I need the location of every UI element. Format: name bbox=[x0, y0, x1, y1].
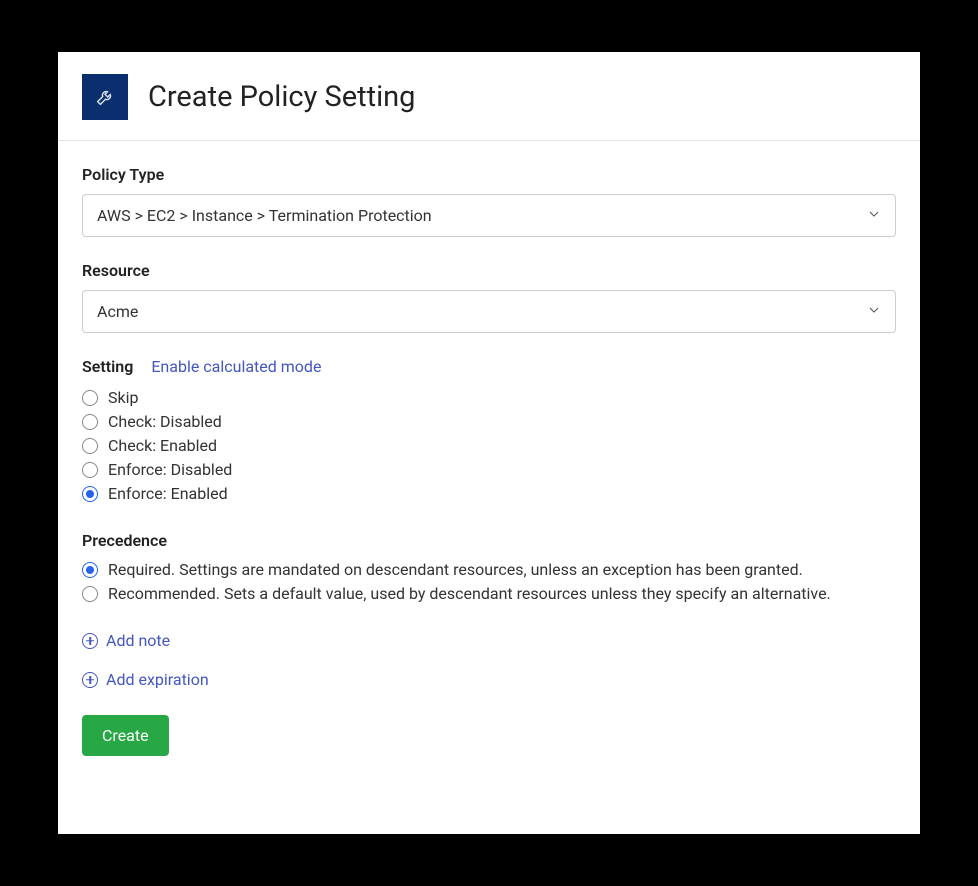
wrench-icon bbox=[82, 74, 128, 120]
radio-enforce-disabled[interactable]: Enforce: Disabled bbox=[82, 460, 896, 479]
create-button[interactable]: Create bbox=[82, 715, 169, 756]
setting-radio-group: Skip Check: Disabled Check: Enabled Enfo… bbox=[82, 388, 896, 503]
radio-icon bbox=[82, 390, 98, 406]
radio-enforce-enabled[interactable]: Enforce: Enabled bbox=[82, 484, 896, 503]
enable-calculated-mode-link[interactable]: Enable calculated mode bbox=[151, 357, 321, 376]
radio-label: Enforce: Disabled bbox=[108, 460, 232, 479]
precedence-label: Precedence bbox=[82, 531, 896, 550]
policy-type-label: Policy Type bbox=[82, 165, 896, 184]
policy-type-value[interactable]: AWS > EC2 > Instance > Termination Prote… bbox=[82, 194, 896, 237]
radio-icon bbox=[82, 414, 98, 430]
policy-type-select[interactable]: AWS > EC2 > Instance > Termination Prote… bbox=[82, 194, 896, 237]
resource-label: Resource bbox=[82, 261, 896, 280]
precedence-radio-group: Required. Settings are mandated on desce… bbox=[82, 560, 896, 603]
radio-icon bbox=[82, 486, 98, 502]
resource-select[interactable]: Acme bbox=[82, 290, 896, 333]
radio-icon bbox=[82, 562, 98, 578]
create-policy-panel: Create Policy Setting Policy Type AWS > … bbox=[58, 52, 920, 834]
radio-label: Skip bbox=[108, 388, 138, 407]
radio-icon bbox=[82, 586, 98, 602]
radio-label: Recommended. Sets a default value, used … bbox=[108, 584, 831, 603]
radio-required[interactable]: Required. Settings are mandated on desce… bbox=[82, 560, 896, 579]
plus-circle-icon bbox=[82, 672, 98, 688]
radio-check-disabled[interactable]: Check: Disabled bbox=[82, 412, 896, 431]
add-expiration-link[interactable]: Add expiration bbox=[82, 670, 896, 689]
radio-skip[interactable]: Skip bbox=[82, 388, 896, 407]
radio-icon bbox=[82, 462, 98, 478]
form-body: Policy Type AWS > EC2 > Instance > Termi… bbox=[58, 141, 920, 756]
radio-label: Required. Settings are mandated on desce… bbox=[108, 560, 803, 579]
radio-label: Check: Disabled bbox=[108, 412, 222, 431]
radio-label: Check: Enabled bbox=[108, 436, 217, 455]
setting-header: Setting Enable calculated mode bbox=[82, 357, 896, 376]
setting-label: Setting bbox=[82, 357, 133, 376]
resource-value[interactable]: Acme bbox=[82, 290, 896, 333]
add-expiration-label: Add expiration bbox=[106, 670, 209, 689]
page-title: Create Policy Setting bbox=[148, 80, 415, 114]
radio-recommended[interactable]: Recommended. Sets a default value, used … bbox=[82, 584, 896, 603]
radio-check-enabled[interactable]: Check: Enabled bbox=[82, 436, 896, 455]
add-note-link[interactable]: Add note bbox=[82, 631, 896, 650]
panel-header: Create Policy Setting bbox=[58, 74, 920, 141]
add-note-label: Add note bbox=[106, 631, 170, 650]
radio-label: Enforce: Enabled bbox=[108, 484, 228, 503]
radio-icon bbox=[82, 438, 98, 454]
plus-circle-icon bbox=[82, 633, 98, 649]
